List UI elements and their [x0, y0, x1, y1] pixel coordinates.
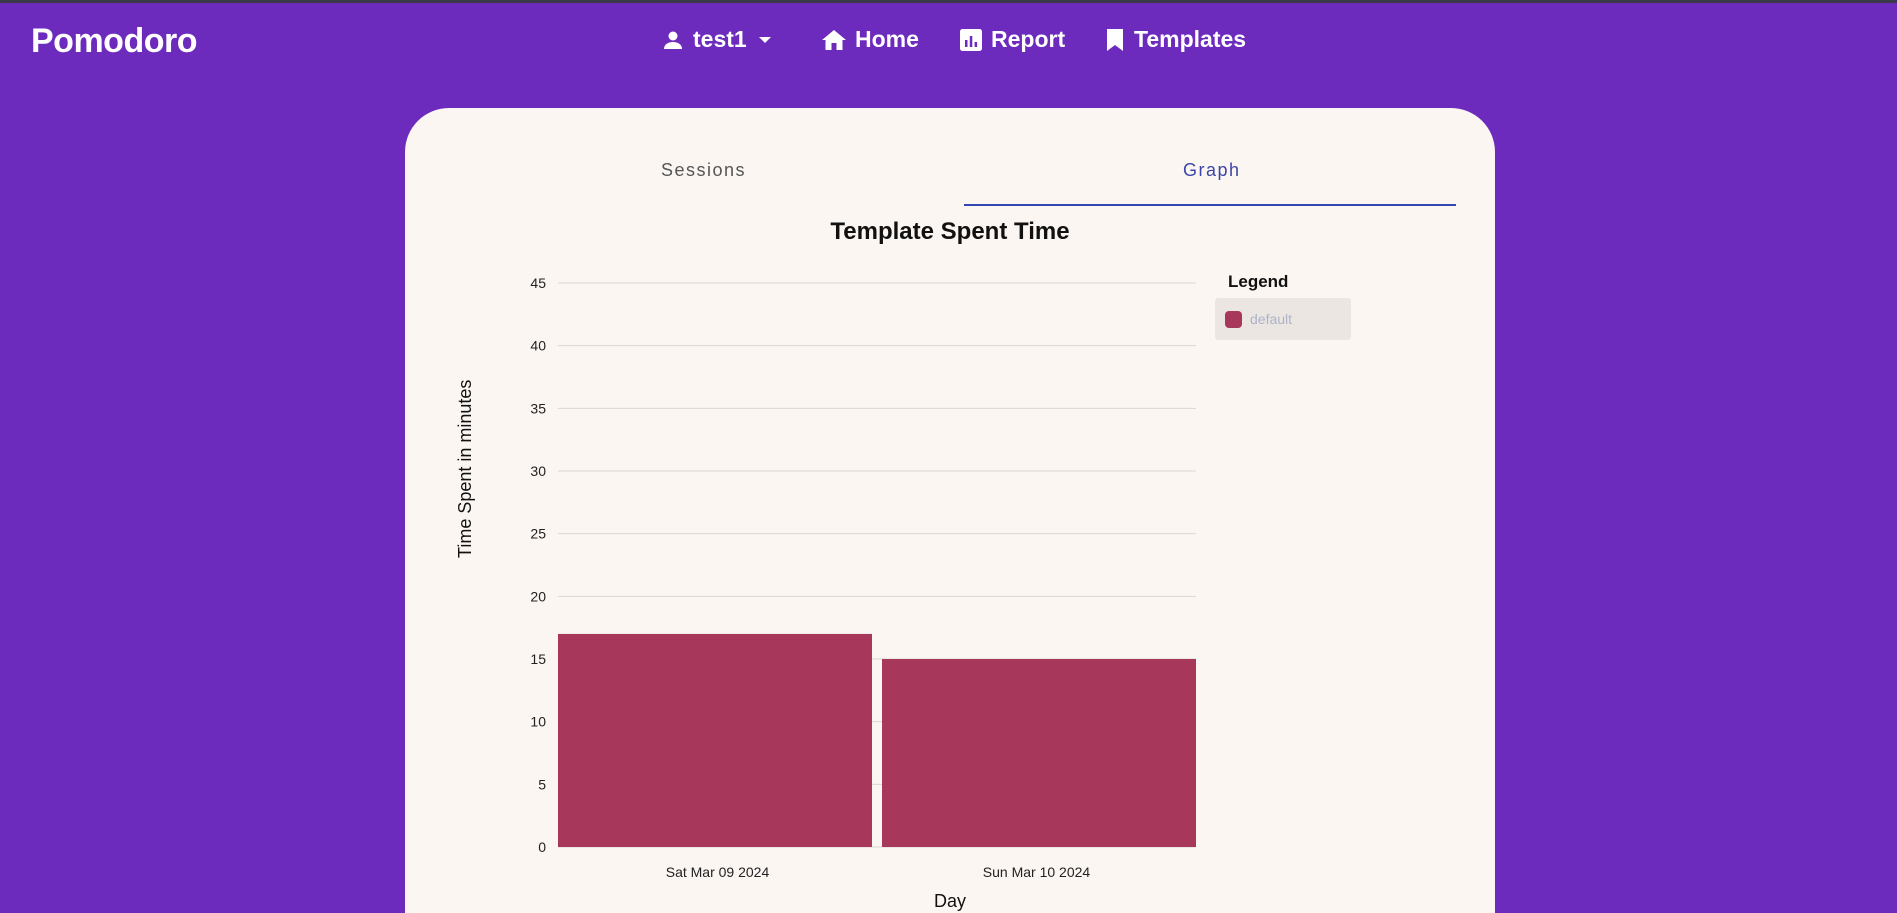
user-icon: [661, 28, 685, 52]
y-tick-label: 0: [538, 839, 546, 855]
chevron-down-icon: [755, 30, 775, 50]
y-tick-label: 20: [530, 588, 546, 604]
x-tick-label: Sat Mar 09 2024: [666, 864, 770, 880]
legend-swatch: [1225, 310, 1242, 328]
legend-label: default: [1250, 311, 1293, 327]
y-tick-label: 30: [530, 463, 546, 479]
legend-item-default[interactable]: default: [1215, 298, 1351, 340]
bar[interactable]: [558, 633, 872, 847]
user-name: test1: [693, 26, 747, 52]
y-tick-label: 5: [538, 776, 546, 792]
y-tick-label: 15: [530, 651, 546, 667]
bookmark-icon: [1104, 27, 1126, 53]
top-nav: test1 Home Report Templates: [0, 26, 1897, 66]
nav-templates[interactable]: Templates: [1104, 26, 1246, 53]
y-tick-label: 35: [530, 400, 546, 416]
legend-title: Legend: [1228, 272, 1289, 291]
y-tick-label: 45: [530, 275, 546, 291]
window-top-edge: [0, 0, 1897, 3]
nav-templates-label: Templates: [1134, 26, 1247, 52]
y-axis-label: Time Spent in minutes: [455, 379, 475, 558]
x-tick-label: Sun Mar 10 2024: [983, 864, 1091, 880]
nav-report-label: Report: [991, 26, 1066, 52]
bar-chart: 0 5 10 15 20 25 30 35 40 45 Sat Mar 09 2024 Sun Mar…: [530, 275, 1196, 880]
bar[interactable]: [882, 659, 1196, 847]
y-tick-label: 25: [530, 526, 546, 542]
y-tick-label: 10: [530, 714, 546, 730]
nav-report[interactable]: Report: [959, 26, 1065, 53]
home-icon: [821, 28, 847, 52]
nav-home-label: Home: [855, 26, 919, 52]
y-tick-label: 40: [530, 338, 546, 354]
report-card: Sessions Graph Template Spent Time 0 5 10 1…: [405, 108, 1495, 913]
x-axis-label: Day: [933, 891, 966, 911]
report-icon: [959, 28, 983, 52]
user-menu[interactable]: test1: [661, 26, 775, 53]
nav-home[interactable]: Home: [821, 26, 919, 53]
